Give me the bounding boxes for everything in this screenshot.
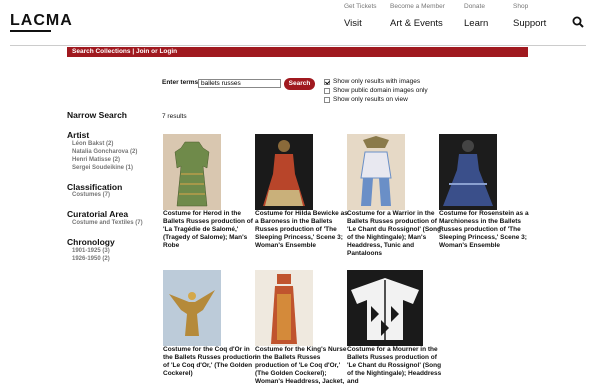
result-caption[interactable]: Costume for Rosenstein as a Marchioness … xyxy=(439,210,535,250)
result-caption[interactable]: Costume for the King's Nurse in the Ball… xyxy=(255,346,351,386)
result-card[interactable]: Costume for Rosenstein as a Marchioness … xyxy=(439,134,535,250)
nav-support-label[interactable]: Support xyxy=(513,18,546,29)
costume-thumbnail[interactable] xyxy=(439,134,497,210)
narrow-search-title: Narrow Search xyxy=(67,110,127,120)
result-caption[interactable]: Costume for a Warrior in the Ballets Rus… xyxy=(347,210,443,258)
option-on-view-label: Show only results on view xyxy=(333,96,408,103)
header-divider xyxy=(10,45,586,46)
join-login-link[interactable]: Join or Login xyxy=(136,48,177,55)
costume-thumbnail[interactable] xyxy=(347,134,405,210)
result-card[interactable]: Costume for a Warrior in the Ballets Rus… xyxy=(347,134,443,258)
nav-get-tickets[interactable]: Get Tickets xyxy=(344,3,377,10)
result-card[interactable]: Costume for Herod in the Ballets Russes … xyxy=(163,134,259,250)
logo[interactable]: LACMA xyxy=(10,12,73,32)
artist-facet[interactable]: Sergei Soudeikine (1) xyxy=(72,165,133,171)
curatorial-heading: Curatorial Area xyxy=(67,209,129,219)
option-public-domain[interactable]: Show public domain images only xyxy=(324,87,428,94)
search-input[interactable] xyxy=(198,79,281,88)
nav-donate[interactable]: Donate xyxy=(464,3,488,10)
option-with-images[interactable]: Show only results with images xyxy=(324,78,420,85)
checkbox-with-images[interactable] xyxy=(324,78,330,85)
artist-facet[interactable]: Natalia Goncharova (2) xyxy=(72,149,137,155)
result-card[interactable]: Costume for the King's Nurse in the Ball… xyxy=(255,270,351,386)
chronology-facet[interactable]: 1926-1950 (2) xyxy=(72,256,110,262)
checkbox-on-view[interactable] xyxy=(324,96,330,103)
result-caption[interactable]: Costume for a Mourner in the Ballets Rus… xyxy=(347,346,443,386)
costume-thumbnail[interactable] xyxy=(255,134,313,210)
result-caption[interactable]: Costume for the Coq d'Or in the Ballets … xyxy=(163,346,259,378)
nav-learn[interactable]: Donate Learn xyxy=(464,3,488,29)
option-with-images-label: Show only results with images xyxy=(333,78,421,85)
results-count: 7 results xyxy=(162,113,187,120)
nav-shop[interactable]: Shop xyxy=(513,3,546,10)
option-on-view[interactable]: Show only results on view xyxy=(324,96,408,103)
artist-heading: Artist xyxy=(67,130,90,140)
artist-facet[interactable]: Léon Bakst (2) xyxy=(72,141,113,147)
nav-art-events-label[interactable]: Art & Events xyxy=(390,18,445,29)
costume-thumbnail[interactable] xyxy=(163,134,221,210)
breadcrumb-bar: Search Collections | Join or Login xyxy=(67,47,528,57)
checkbox-public-domain[interactable] xyxy=(324,87,330,94)
nav-become-member[interactable]: Become a Member xyxy=(390,3,445,10)
nav-art-events[interactable]: Become a Member Art & Events xyxy=(390,3,445,29)
chronology-heading: Chronology xyxy=(67,237,115,247)
curatorial-facet[interactable]: Costume and Textiles (7) xyxy=(72,220,143,226)
result-card[interactable]: Costume for Hilda Bewicke as a Baroness … xyxy=(255,134,351,250)
nav-visit-label[interactable]: Visit xyxy=(344,18,377,29)
costume-thumbnail[interactable] xyxy=(347,270,423,346)
chronology-facet[interactable]: 1901-1925 (3) xyxy=(72,248,110,254)
search-button[interactable]: Search xyxy=(284,78,315,90)
costume-thumbnail[interactable] xyxy=(255,270,313,346)
result-caption[interactable]: Costume for Hilda Bewicke as a Baroness … xyxy=(255,210,351,250)
nav-learn-label[interactable]: Learn xyxy=(464,18,488,29)
result-card[interactable]: Costume for a Mourner in the Ballets Rus… xyxy=(347,270,443,386)
search-collections-link[interactable]: Search Collections xyxy=(72,48,131,55)
artist-facet[interactable]: Henri Matisse (2) xyxy=(72,157,120,163)
costume-thumbnail[interactable] xyxy=(163,270,221,346)
option-public-domain-label: Show public domain images only xyxy=(333,87,428,94)
classification-heading: Classification xyxy=(67,182,123,192)
result-caption[interactable]: Costume for Herod in the Ballets Russes … xyxy=(163,210,259,250)
nav-support[interactable]: Shop Support xyxy=(513,3,546,29)
nav-visit[interactable]: Get Tickets Visit xyxy=(344,3,377,29)
search-label: Enter terms xyxy=(162,79,199,86)
classification-facet[interactable]: Costumes (7) xyxy=(72,192,110,198)
search-icon[interactable] xyxy=(572,16,584,28)
result-card[interactable]: Costume for the Coq d'Or in the Ballets … xyxy=(163,270,259,378)
